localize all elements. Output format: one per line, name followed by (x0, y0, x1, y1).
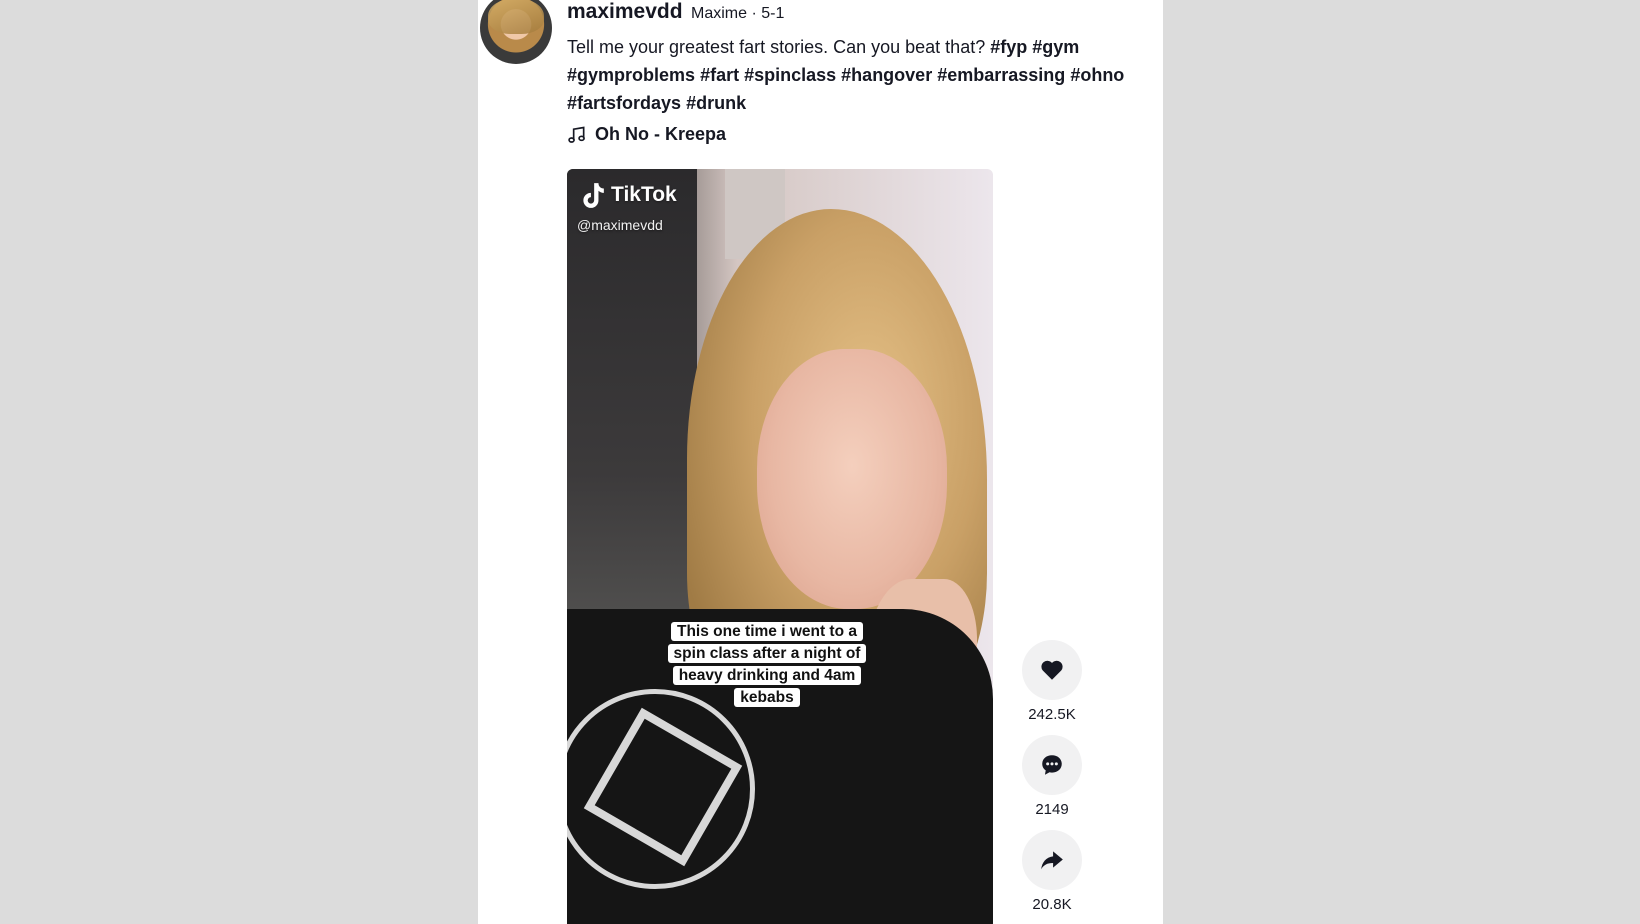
tiktok-logo-icon (583, 183, 604, 208)
nickname-date: Maxime · 5-1 (691, 5, 785, 22)
username-link[interactable]: maximevdd (567, 0, 683, 23)
hashtag-link[interactable]: #hangover (841, 65, 932, 85)
tiktok-brand-text: TikTok (611, 183, 677, 206)
video-player[interactable]: TikTok @maximevdd This one time i went t… (567, 169, 993, 924)
share-count: 20.8K (1032, 896, 1072, 913)
hashtag-link[interactable]: #ohno (1070, 65, 1124, 85)
like-count: 242.5K (1028, 706, 1076, 723)
share-icon (1041, 851, 1063, 870)
comment-count: 2149 (1035, 801, 1069, 818)
music-note-icon (568, 126, 585, 143)
avatar-image (488, 0, 544, 34)
share-button[interactable] (1022, 830, 1082, 890)
hashtag-link[interactable]: #fyp (990, 37, 1027, 57)
video-caption-text: This one time i went to a spin class aft… (667, 622, 867, 707)
hashtag-link[interactable]: #fart (700, 65, 739, 85)
music-title: Oh No - Kreepa (595, 124, 727, 144)
video-subject-face (757, 349, 947, 609)
heart-icon (1041, 660, 1063, 680)
like-button[interactable] (1022, 640, 1082, 700)
music-link[interactable]: Oh No - Kreepa (567, 124, 726, 145)
tiktok-watermark: TikTok (579, 181, 677, 209)
video-caption: This one time i went to a spin class aft… (661, 621, 873, 709)
video-handle: @maximevdd (577, 217, 663, 233)
hashtag-link[interactable]: #gym (1032, 37, 1079, 57)
comment-button[interactable] (1022, 735, 1082, 795)
hashtag-link[interactable]: #fartsfordays (567, 93, 681, 113)
post-description: Tell me your greatest fart stories. Can … (567, 33, 1157, 117)
avatar[interactable] (480, 0, 552, 64)
author-row: maximevdd Maxime · 5-1 (567, 0, 784, 24)
hashtag-link[interactable]: #spinclass (744, 65, 836, 85)
post-container: maximevdd Maxime · 5-1 Tell me your grea… (478, 0, 1163, 924)
description-text: Tell me your greatest fart stories. Can … (567, 37, 991, 57)
hashtag-link[interactable]: #drunk (686, 93, 746, 113)
action-bar: 242.5K 2149 20.8K (1012, 640, 1092, 924)
hashtag-link[interactable]: #gymproblems (567, 65, 695, 85)
hashtag-link[interactable]: #embarrassing (937, 65, 1065, 85)
comment-icon (1042, 755, 1062, 775)
